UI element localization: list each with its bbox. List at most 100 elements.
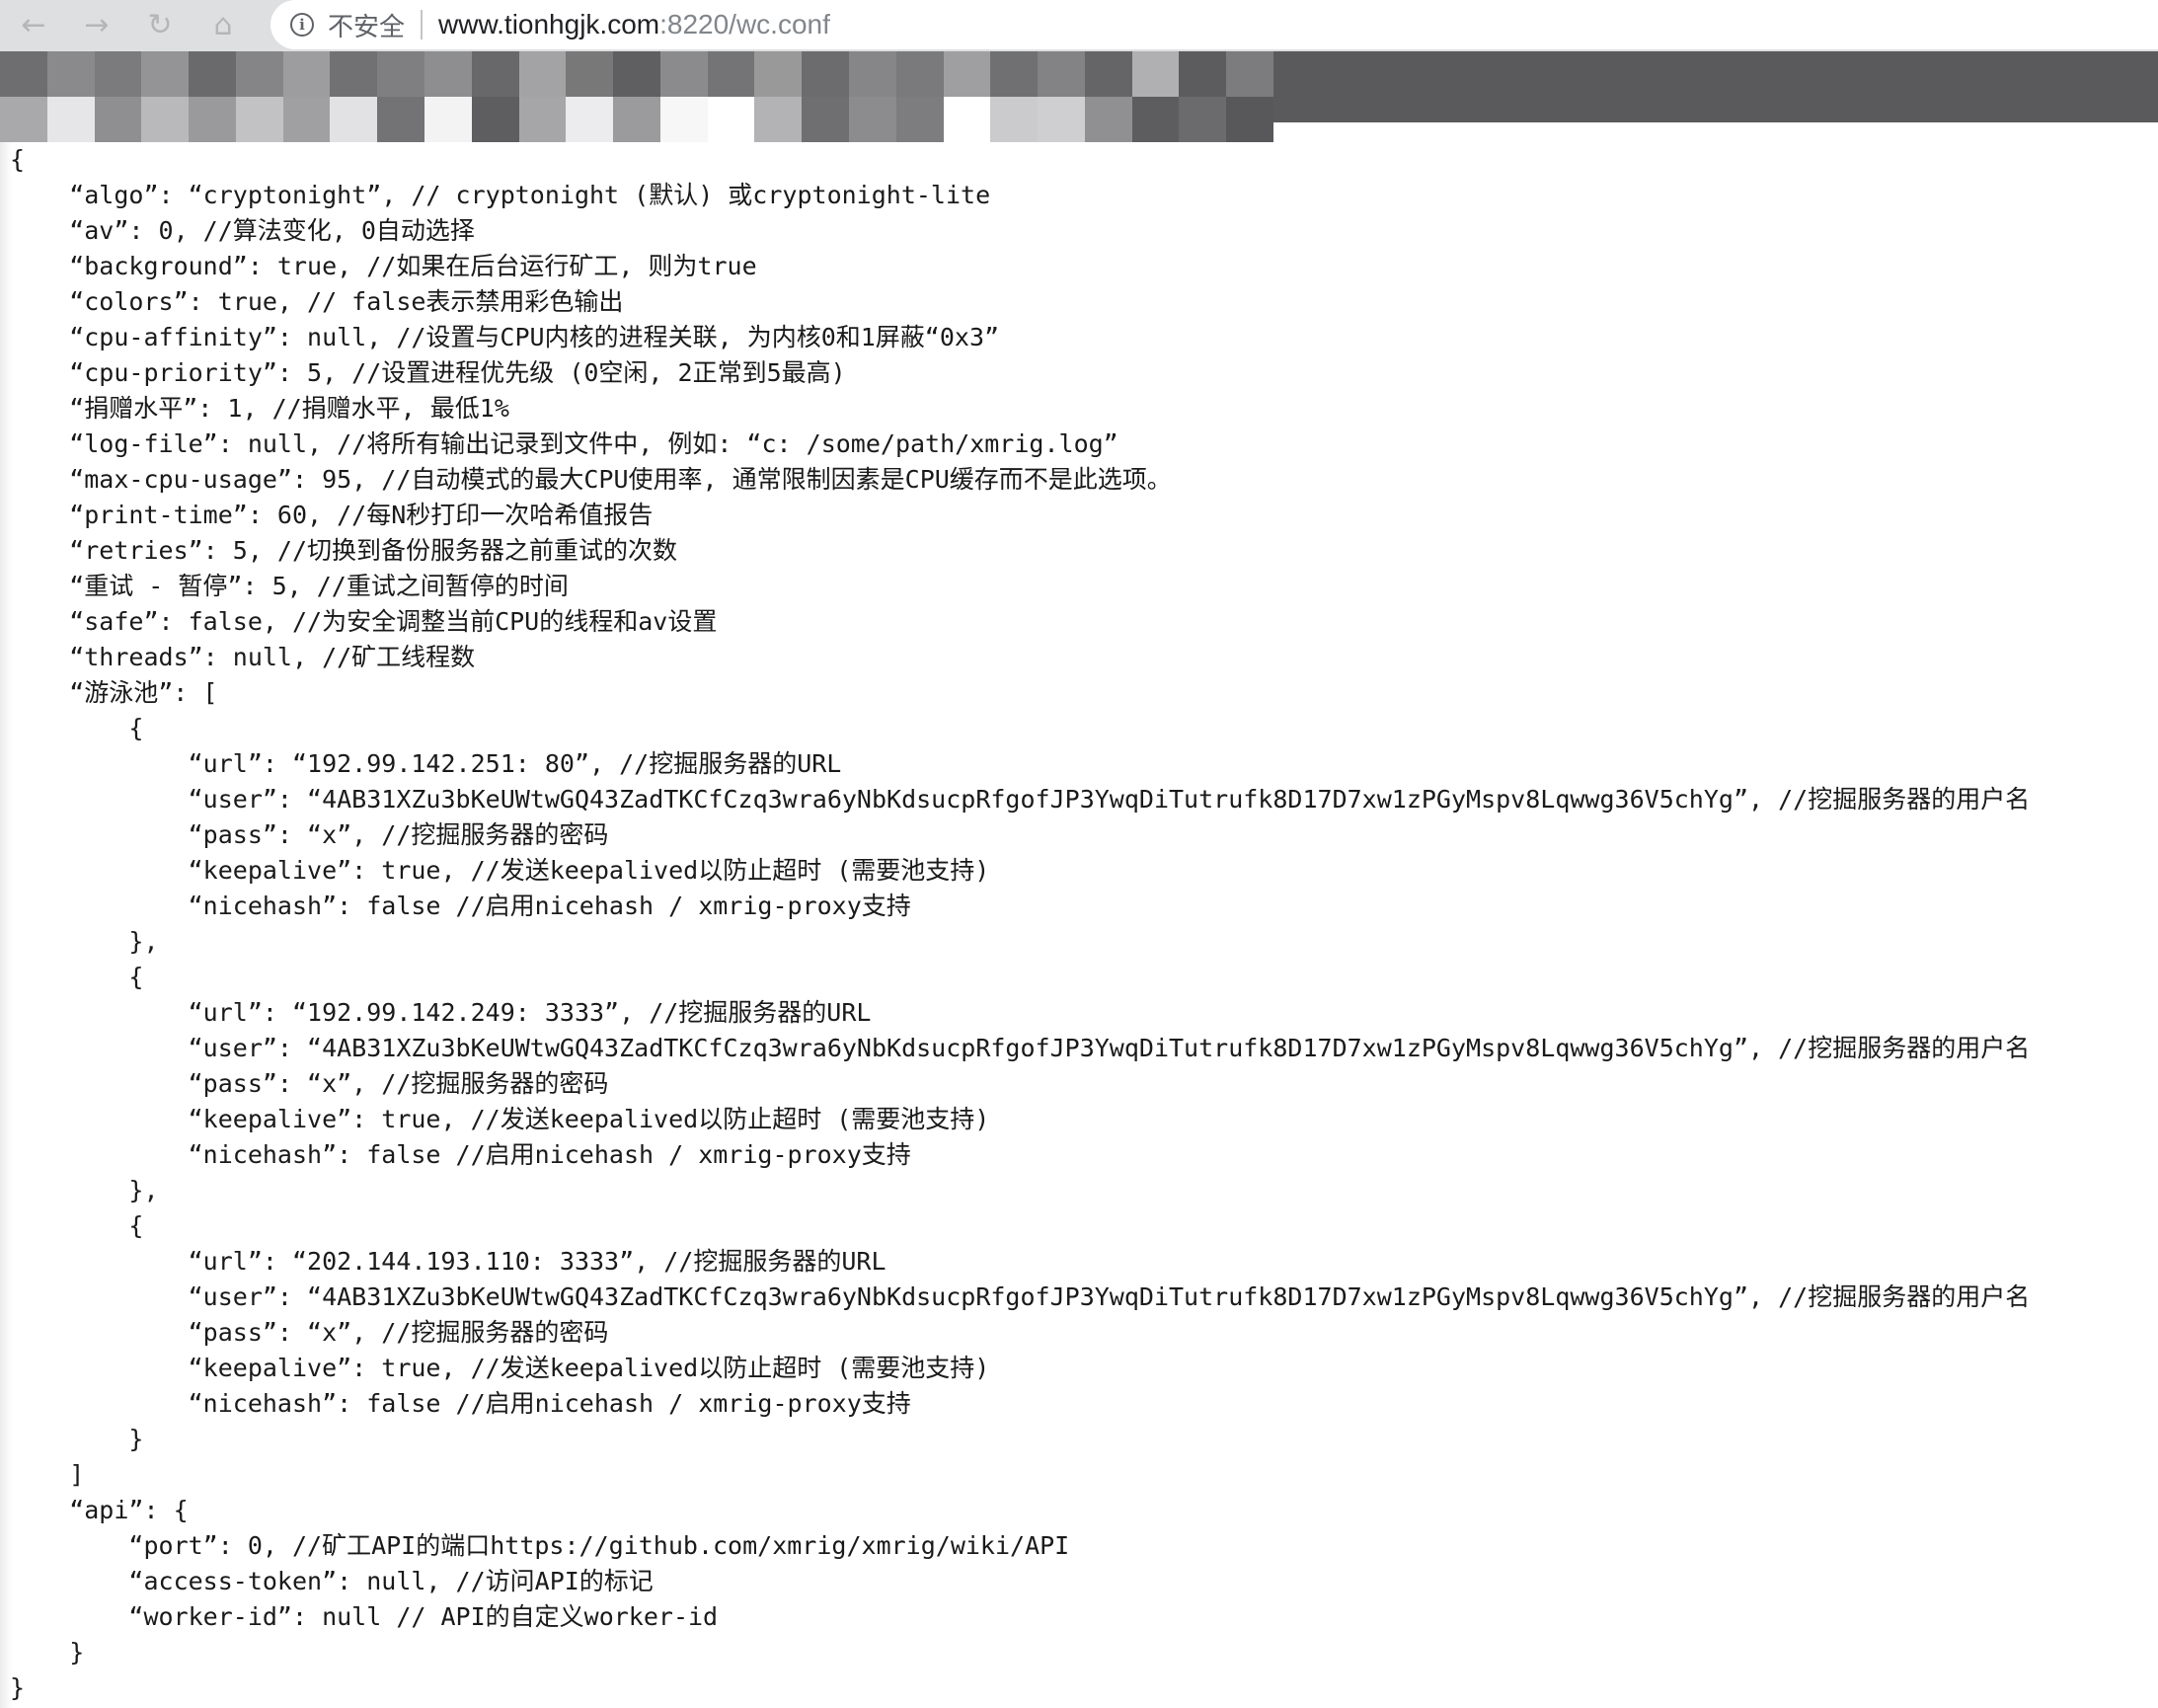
config-line: { (10, 963, 144, 991)
redaction-cell (377, 51, 424, 97)
config-line: “url”: “202.144.193.110: 3333”, //挖掘服务器的… (10, 1247, 886, 1276)
redaction-cell (1038, 97, 1085, 142)
document-body: { “algo”: “cryptonight”, // cryptonight … (0, 142, 2158, 1708)
redaction-cell (94, 97, 142, 142)
redaction-cell (613, 51, 660, 97)
redaction-cell (1084, 97, 1132, 142)
redaction-cell (707, 97, 755, 142)
redaction-cell (141, 97, 190, 142)
config-line: }, (10, 927, 159, 956)
config-line: “user”: “4AB31XZu3bKeUWtwGQ43ZadTKCfCzq3… (10, 1034, 2031, 1062)
config-line: “colors”: true, // false表示禁用彩色输出 (10, 287, 624, 316)
config-line: “cpu-affinity”: null, //设置与CPU内核的进程关联, 为… (10, 323, 1000, 351)
config-line: { (10, 1211, 144, 1240)
redaction-cell (754, 97, 803, 142)
config-line: “av”: 0, //算法变化, 0自动选择 (10, 216, 475, 245)
config-line: “url”: “192.99.142.249: 3333”, //挖掘服务器的U… (10, 998, 872, 1027)
redaction-cell (990, 97, 1039, 142)
redaction-cell (471, 97, 519, 142)
config-line: “nicehash”: false //启用nicehash / xmrig-p… (10, 1140, 911, 1169)
redaction-cell (1226, 97, 1273, 142)
config-line: “user”: “4AB31XZu3bKeUWtwGQ43ZadTKCfCzq3… (10, 1282, 2031, 1311)
redaction-cell (235, 51, 283, 97)
address-bar[interactable]: i 不安全 www.tionhgjk.com:8220/wc.conf (270, 0, 2158, 49)
config-line: “keepalive”: true, //发送keepalived以防止超时 (… (10, 1105, 990, 1133)
config-line: “log-file”: null, //将所有输出记录到文件中, 例如: “c:… (10, 429, 1118, 458)
pixelated-redaction (0, 51, 1273, 142)
config-line: “nicehash”: false //启用nicehash / xmrig-p… (10, 1389, 911, 1418)
redaction-cell (849, 51, 896, 97)
redaction-cell (0, 51, 47, 97)
security-label[interactable]: 不安全 (328, 7, 405, 43)
redaction-cell (613, 97, 660, 142)
config-line: { (10, 714, 144, 742)
config-line: “keepalive”: true, //发送keepalived以防止超时 (… (10, 856, 990, 885)
config-line: } (10, 1638, 85, 1667)
redaction-cell (424, 97, 472, 142)
redaction-cell (471, 51, 519, 97)
redaction-cell (518, 97, 567, 142)
redaction-cell (1131, 51, 1180, 97)
redaction-cell (189, 51, 236, 97)
config-line: “cpu-priority”: 5, //设置进程优先级 (0空闲, 2正常到5… (10, 358, 846, 387)
redaction-cell (282, 97, 331, 142)
redaction-cell (1038, 51, 1085, 97)
redaction-cell (94, 51, 142, 97)
config-line: “pass”: “x”, //挖掘服务器的密码 (10, 820, 609, 849)
config-line: “access-token”: null, //访问API的标记 (10, 1567, 654, 1595)
config-line: “pass”: “x”, //挖掘服务器的密码 (10, 1069, 609, 1098)
config-line: ] (10, 1460, 85, 1489)
redaction-cell (1179, 97, 1227, 142)
redaction-cell (330, 51, 378, 97)
url-path: :8220/wc.conf (659, 9, 830, 39)
redaction-cell (990, 51, 1039, 97)
redaction-cell (377, 97, 424, 142)
redaction-cell (566, 51, 614, 97)
redaction-cell (141, 51, 190, 97)
redaction-cell (802, 51, 849, 97)
redaction-cell (189, 97, 236, 142)
redaction-cell (1226, 51, 1273, 97)
config-line: “重试 - 暂停”: 5, //重试之间暂停的时间 (10, 572, 569, 600)
config-line: “background”: true, //如果在后台运行矿工, 则为true (10, 252, 757, 280)
redaction-cell (518, 51, 567, 97)
config-line: “print-time”: 60, //每N秒打印一次哈希值报告 (10, 501, 654, 529)
config-line: “safe”: false, //为安全调整当前CPU的线程和av设置 (10, 607, 718, 636)
redaction-cell (46, 51, 95, 97)
redaction-cell (46, 97, 95, 142)
redaction-cell (235, 97, 283, 142)
redaction-cell (659, 51, 708, 97)
config-line: “url”: “192.99.142.251: 80”, //挖掘服务器的URL (10, 749, 842, 778)
url-text[interactable]: www.tionhgjk.com:8220/wc.conf (438, 9, 830, 40)
arrow-right-icon[interactable]: → (77, 6, 116, 45)
config-line: “threads”: null, //矿工线程数 (10, 643, 476, 671)
redaction-cell (802, 97, 849, 142)
config-line: “port”: 0, //矿工API的端口https://github.com/… (10, 1531, 1070, 1560)
redaction-cell (282, 51, 331, 97)
redaction-cell (943, 51, 991, 97)
config-line: “user”: “4AB31XZu3bKeUWtwGQ43ZadTKCfCzq3… (10, 785, 2031, 814)
reload-icon[interactable]: ↻ (140, 6, 180, 45)
config-line: } (10, 1425, 144, 1453)
redaction-cell (1179, 51, 1227, 97)
redaction-cell (1131, 97, 1180, 142)
redaction-cell (943, 97, 991, 142)
config-line: “worker-id”: null // API的自定义worker-id (10, 1602, 719, 1631)
redaction-cell (0, 97, 47, 142)
redaction-cell (895, 51, 944, 97)
redaction-cell (330, 97, 378, 142)
redaction-cell (659, 97, 708, 142)
redaction-cell (754, 51, 803, 97)
url-host: www.tionhgjk.com (438, 9, 660, 39)
redaction-cell (895, 97, 944, 142)
arrow-left-icon[interactable]: ← (14, 6, 53, 45)
config-line: “max-cpu-usage”: 95, //自动模式的最大CPU使用率, 通常… (10, 465, 1172, 494)
home-icon[interactable]: ⌂ (203, 6, 243, 45)
config-line: “keepalive”: true, //发送keepalived以防止超时 (… (10, 1354, 990, 1382)
info-icon[interactable]: i (290, 13, 314, 37)
config-line: “游泳池”: [ (10, 678, 218, 707)
config-text: { “algo”: “cryptonight”, // cryptonight … (10, 142, 2030, 1706)
url-divider (421, 10, 424, 39)
redaction-cell (566, 97, 614, 142)
redaction-cell (849, 97, 896, 142)
